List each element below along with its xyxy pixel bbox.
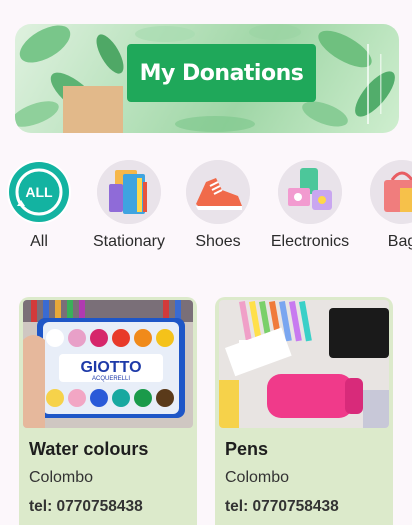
svg-text:ACQUERELLI: ACQUERELLI — [92, 376, 130, 382]
item-title: Water colours — [29, 439, 149, 459]
item-title: Pens — [225, 439, 269, 459]
item-location: Colombo — [29, 469, 94, 486]
category-list: ALL All Stationary Shoes Electronics Bag — [0, 160, 412, 260]
category-bag[interactable]: Bag — [352, 160, 412, 251]
category-all[interactable]: ALL All — [0, 160, 89, 251]
item-phone[interactable]: tel: 0770758438 — [225, 498, 339, 516]
category-label: Electronics — [270, 233, 350, 250]
item-image: GIOTTO ACQUERELLI — [23, 300, 193, 428]
item-image — [219, 300, 389, 428]
category-electronics[interactable]: Electronics — [260, 160, 360, 251]
category-label: All — [30, 233, 48, 250]
svg-text:ALL: ALL — [25, 184, 53, 200]
shoe-icon — [186, 160, 250, 224]
item-card[interactable]: GIOTTO ACQUERELLI Water colours Colombo … — [19, 297, 197, 525]
bag-icon — [370, 160, 412, 224]
svg-text:GIOTTO: GIOTTO — [80, 359, 141, 376]
electronics-icon — [278, 160, 342, 224]
donations-banner[interactable]: My Donations — [15, 24, 399, 133]
stationary-icon — [97, 160, 161, 224]
category-label: Bag — [387, 233, 412, 250]
category-label: Shoes — [195, 233, 241, 250]
category-label: Stationary — [92, 233, 166, 250]
category-shoes[interactable]: Shoes — [168, 160, 268, 251]
all-icon: ALL — [7, 160, 71, 224]
item-card[interactable]: Pens Colombo tel: 0770758438 — [215, 297, 393, 525]
category-stationary[interactable]: Stationary — [79, 160, 179, 251]
item-phone[interactable]: tel: 0770758438 — [29, 498, 143, 516]
banner-title[interactable]: My Donations — [127, 44, 316, 102]
item-location: Colombo — [225, 469, 290, 486]
